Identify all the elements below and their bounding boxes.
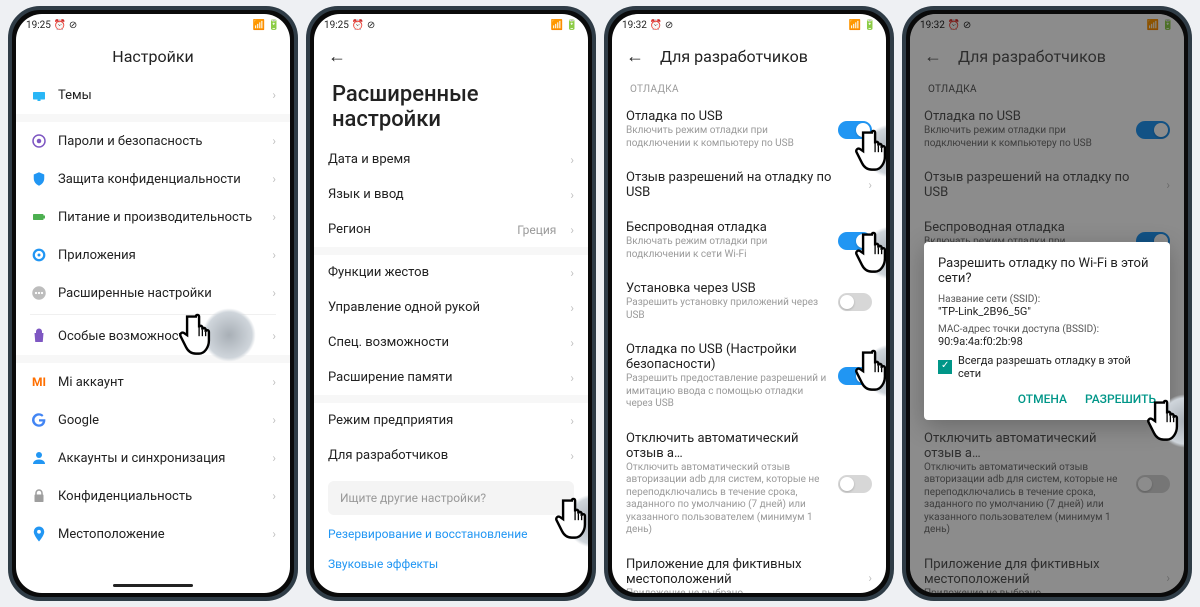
item-power[interactable]: Питание и производительность› — [16, 198, 290, 236]
item-wireless[interactable]: Беспроводная отладкаВключать режим отлад… — [612, 210, 886, 271]
link-sound[interactable]: Звуковые эффекты — [314, 549, 588, 579]
page-title: Для разработчиков — [660, 47, 808, 66]
item-passwords[interactable]: Пароли и безопасность› — [16, 122, 290, 160]
mi-icon: MI — [30, 373, 48, 391]
item-mi[interactable]: MI Mi аккаунт› — [16, 363, 290, 401]
phone-1: 19:25⏰ ⊘ 📶 🔋 Настройки Темы› Пароли и бе… — [8, 6, 298, 601]
item-enterprise[interactable]: Режим предприятия› — [314, 403, 588, 438]
item-accounts[interactable]: Аккаунты и синхронизация› — [16, 439, 290, 477]
person-icon — [30, 449, 48, 467]
page-title: Расширенные настройки — [314, 76, 588, 142]
titlebar: ← — [314, 36, 588, 76]
item-gestures[interactable]: Функции жестов› — [314, 255, 588, 290]
toggle-usb-sec[interactable] — [838, 367, 872, 385]
bag-icon — [30, 327, 48, 345]
toggle-wireless[interactable] — [838, 232, 872, 250]
wifi-debug-dialog: Разрешить отладку по Wi-Fi в этой сети? … — [924, 242, 1170, 420]
toggle-usb-debug[interactable] — [838, 121, 872, 139]
titlebar: ← Для разработчиков — [612, 36, 886, 76]
item-datetime[interactable]: Дата и время› — [314, 142, 588, 177]
search-input[interactable]: Ищите другие настройки? — [328, 481, 574, 515]
item-location[interactable]: Местоположение› — [16, 515, 290, 553]
toggle-install[interactable] — [838, 293, 872, 311]
location-icon — [30, 525, 48, 543]
back-button[interactable]: ← — [626, 46, 644, 67]
item-conf[interactable]: Конфиденциальность› — [16, 477, 290, 515]
item-onehand[interactable]: Управление одной рукой› — [314, 290, 588, 325]
item-special[interactable]: Особые возможности› — [16, 317, 290, 355]
dots-icon — [30, 284, 48, 302]
statusbar: 19:32⏰ ⊘ 📶 🔋 — [612, 14, 886, 36]
item-install[interactable]: Установка через USBРазрешить установку п… — [612, 271, 886, 332]
shield-icon — [30, 170, 48, 188]
item-memext[interactable]: Расширение памяти› — [314, 360, 588, 395]
google-icon — [30, 411, 48, 429]
phone-4: 19:32⏰ ⊘ 📶 🔋 ← Для разработчиков ОТЛАДКА… — [902, 6, 1192, 601]
item-mock[interactable]: Приложение для фиктивных местоположенийП… — [612, 547, 886, 594]
item-region[interactable]: РегионГреция› — [314, 212, 588, 247]
item-apps[interactable]: Приложения› — [16, 236, 290, 274]
checkmark-icon — [938, 360, 952, 374]
page-title: Настройки — [16, 36, 290, 76]
battery-icon — [30, 208, 48, 226]
item-usb-debug[interactable]: Отладка по USBВключить режим отладки при… — [612, 99, 886, 160]
target-icon — [30, 132, 48, 150]
cancel-button[interactable]: ОТМЕНА — [1018, 392, 1067, 406]
navbar — [16, 577, 290, 593]
dialog-title: Разрешить отладку по Wi-Fi в этой сети? — [938, 256, 1156, 286]
allow-button[interactable]: РАЗРЕШИТЬ — [1085, 392, 1156, 406]
item-privacy[interactable]: Защита конфиденциальности› — [16, 160, 290, 198]
always-allow-checkbox[interactable]: Всегда разрешать отладку в этой сети — [938, 354, 1156, 380]
link-backup[interactable]: Резервирование и восстановление — [314, 519, 588, 549]
item-revoke[interactable]: Отзыв разрешений на отладку по USB› — [612, 160, 886, 210]
lock-icon — [30, 487, 48, 505]
statusbar: 19:25⏰ ⊘ 📶 🔋 — [314, 14, 588, 36]
phone-3: 19:32⏰ ⊘ 📶 🔋 ← Для разработчиков ОТЛАДКА… — [604, 6, 894, 601]
item-themes[interactable]: Темы› — [16, 76, 290, 114]
back-button[interactable]: ← — [328, 46, 346, 67]
phone-2: 19:25⏰ ⊘ 📶 🔋 ← Расширенные настройки Дат… — [306, 6, 596, 601]
section-label: ОТЛАДКА — [612, 76, 886, 99]
item-google[interactable]: Google› — [16, 401, 290, 439]
item-advanced[interactable]: Расширенные настройки› — [16, 274, 290, 312]
item-dev[interactable]: Для разработчиков› — [314, 438, 588, 473]
item-access[interactable]: Спец. возможности› — [314, 325, 588, 360]
toggle-auto-revoke[interactable] — [838, 475, 872, 493]
item-lang[interactable]: Язык и ввод› — [314, 177, 588, 212]
theme-icon — [30, 86, 48, 104]
item-usb-sec[interactable]: Отладка по USB (Настройки безопасности)Р… — [612, 332, 886, 421]
statusbar: 19:25⏰ ⊘ 📶 🔋 — [16, 14, 290, 36]
item-auto-revoke[interactable]: Отключить автоматический отзыв а…Отключи… — [612, 421, 886, 547]
gear-icon — [30, 246, 48, 264]
